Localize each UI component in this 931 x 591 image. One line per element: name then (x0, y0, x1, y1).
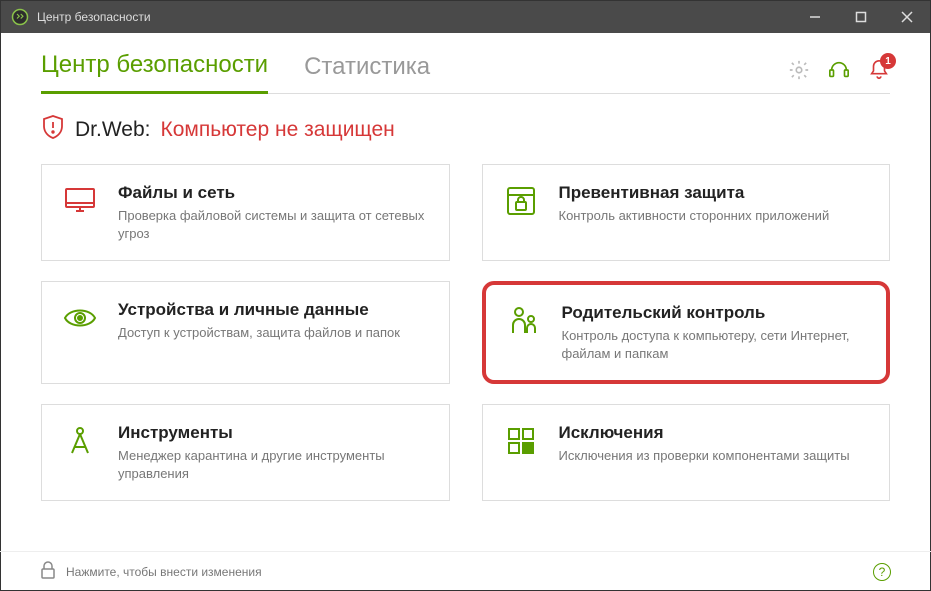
support-icon[interactable] (828, 59, 850, 81)
card-title: Родительский контроль (562, 303, 867, 323)
settings-icon[interactable] (788, 59, 810, 81)
card-desc: Проверка файловой системы и защита от се… (118, 207, 429, 242)
card-desc: Исключения из проверки компонентами защи… (559, 447, 850, 465)
card-tools[interactable]: Инструменты Менеджер карантина и другие … (41, 404, 450, 501)
card-preventive[interactable]: Превентивная защита Контроль активности … (482, 164, 891, 261)
titlebar: Центр безопасности (1, 1, 930, 33)
card-title: Исключения (559, 423, 850, 443)
compass-icon (62, 423, 98, 459)
close-button[interactable] (884, 1, 930, 33)
status-brand: Dr.Web: (75, 118, 150, 142)
card-desc: Менеджер карантина и другие инструменты … (118, 447, 429, 482)
app-icon (11, 8, 29, 26)
help-icon[interactable]: ? (873, 563, 891, 581)
card-title: Устройства и личные данные (118, 300, 400, 320)
notifications-icon[interactable]: 1 (868, 59, 890, 81)
card-desc: Контроль активности сторонних приложений (559, 207, 830, 225)
tab-statistics[interactable]: Статистика (304, 53, 430, 93)
lock-window-icon (503, 183, 539, 219)
card-desc: Доступ к устройствам, защита файлов и па… (118, 324, 400, 342)
minimize-button[interactable] (792, 1, 838, 33)
monitor-icon (62, 183, 98, 219)
card-devices[interactable]: Устройства и личные данные Доступ к устр… (41, 281, 450, 384)
tab-security[interactable]: Центр безопасности (41, 51, 268, 94)
card-files-network[interactable]: Файлы и сеть Проверка файловой системы и… (41, 164, 450, 261)
footer: Нажмите, чтобы внести изменения ? (0, 551, 931, 591)
window-title: Центр безопасности (37, 10, 792, 24)
family-icon (506, 303, 542, 339)
maximize-button[interactable] (838, 1, 884, 33)
status-message: Компьютер не защищен (160, 118, 394, 142)
window-controls (792, 1, 930, 33)
eye-icon (62, 300, 98, 336)
lock-icon[interactable] (40, 561, 56, 582)
card-title: Превентивная защита (559, 183, 830, 203)
card-desc: Контроль доступа к компьютеру, сети Инте… (562, 327, 867, 362)
shield-warning-icon (41, 114, 65, 146)
card-title: Инструменты (118, 423, 429, 443)
apps-icon (503, 423, 539, 459)
notification-badge: 1 (880, 53, 896, 69)
status-bar: Dr.Web: Компьютер не защищен (41, 114, 890, 146)
card-exclusions[interactable]: Исключения Исключения из проверки компон… (482, 404, 891, 501)
card-title: Файлы и сеть (118, 183, 429, 203)
card-grid: Файлы и сеть Проверка файловой системы и… (41, 164, 890, 501)
tabs: Центр безопасности Статистика 1 (41, 51, 890, 94)
footer-text[interactable]: Нажмите, чтобы внести изменения (66, 565, 262, 579)
card-parental-control[interactable]: Родительский контроль Контроль доступа к… (482, 281, 891, 384)
